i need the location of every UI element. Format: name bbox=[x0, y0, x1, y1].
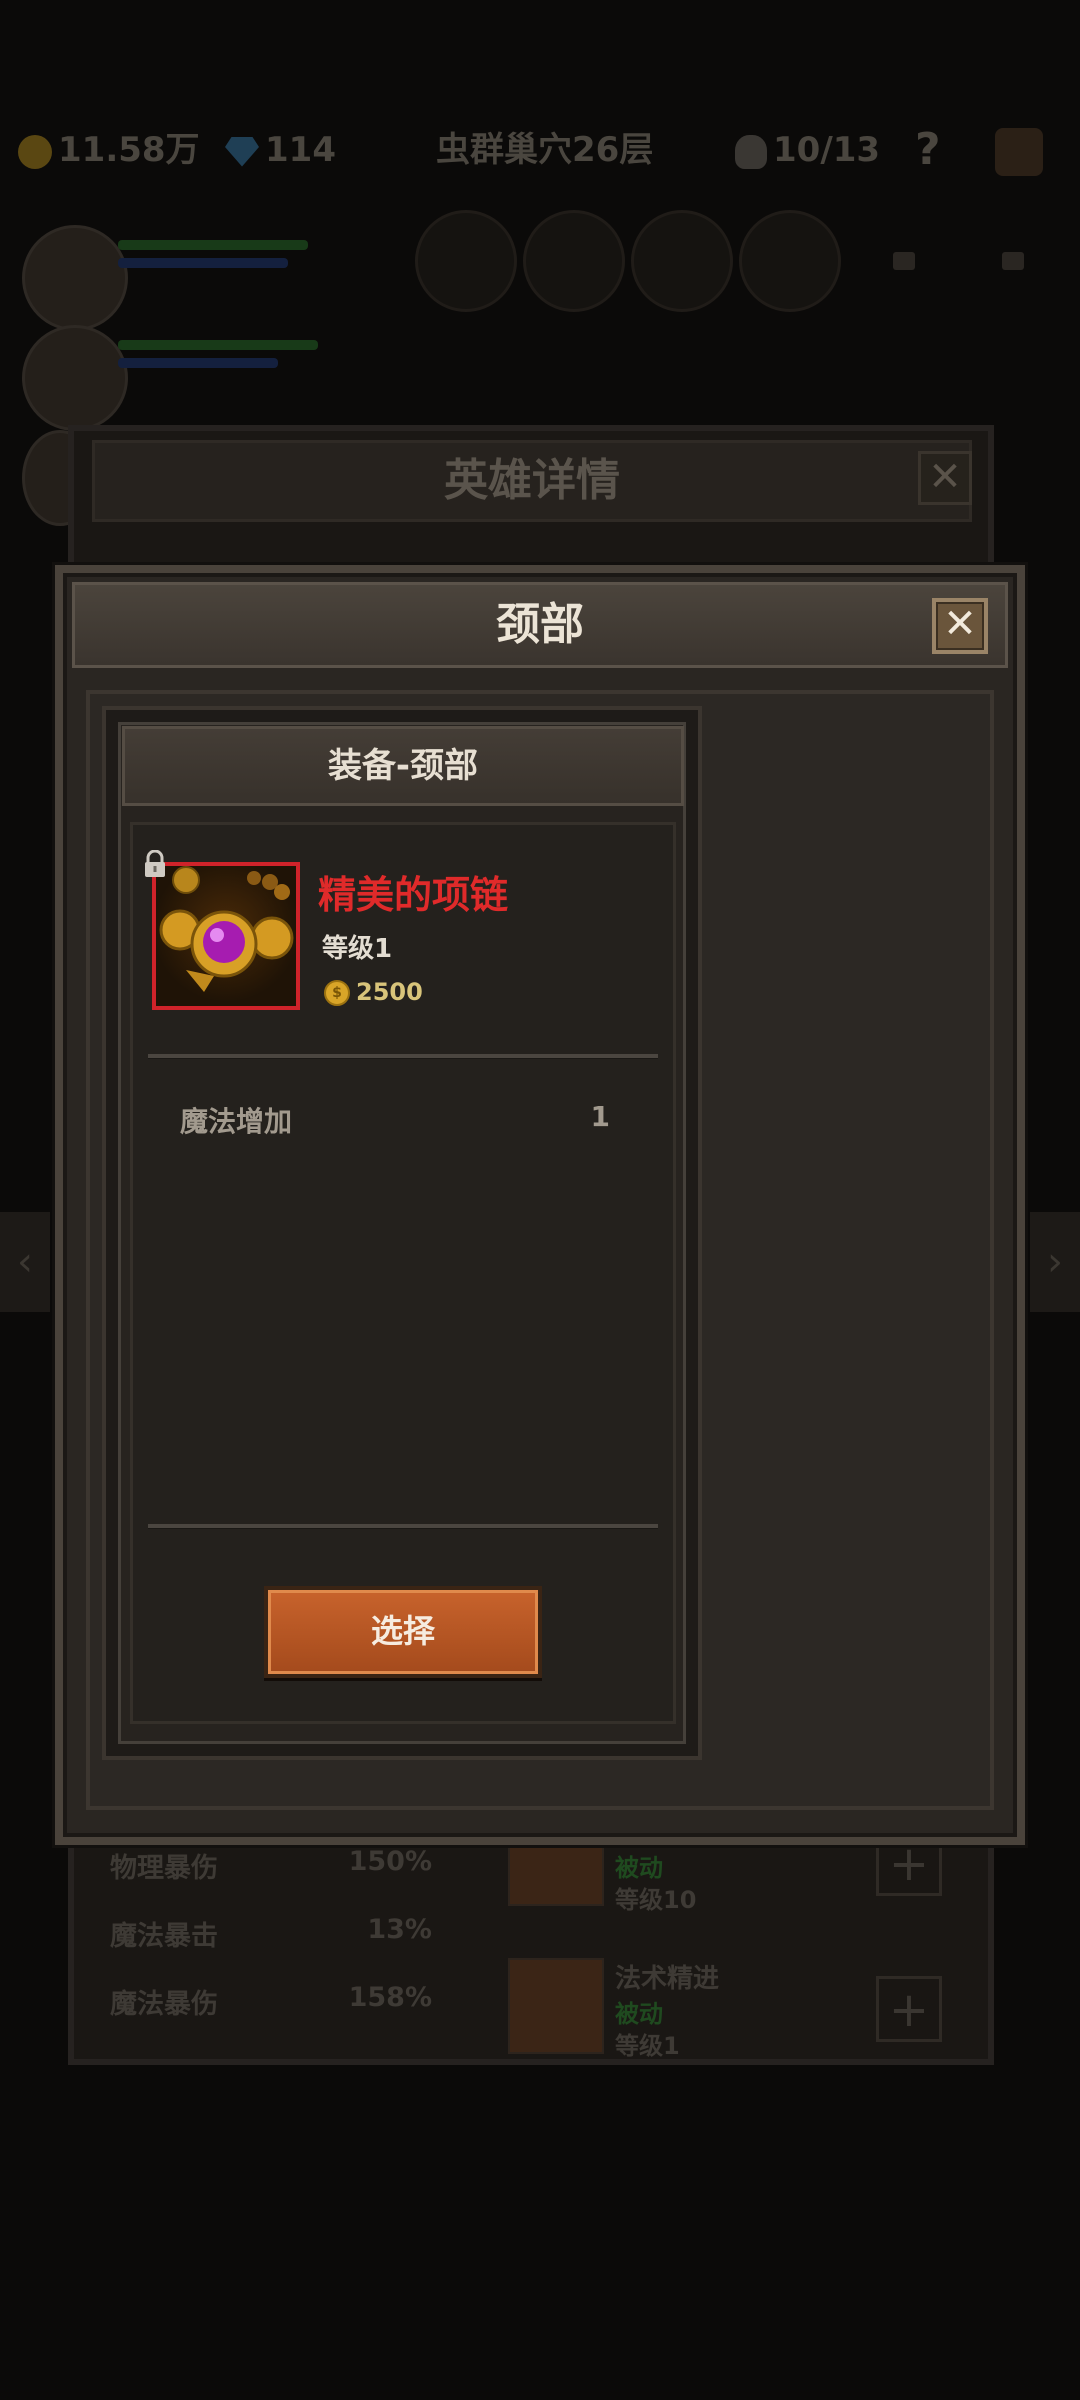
menu-icon bbox=[995, 127, 1043, 176]
gold-coin-icon: $ bbox=[324, 980, 350, 1006]
modal-close-button[interactable]: ✕ bbox=[932, 598, 988, 654]
skull-counter: 10/13 bbox=[735, 120, 880, 180]
menu-button[interactable] bbox=[995, 120, 1055, 180]
next-hero-arrow[interactable]: › bbox=[1030, 1212, 1080, 1312]
team-slot-2[interactable] bbox=[523, 210, 625, 312]
item-name: 精美的项链 bbox=[318, 873, 509, 917]
skill-level: 等级10 bbox=[615, 1886, 697, 1914]
prev-hero-arrow[interactable]: ‹ bbox=[0, 1212, 50, 1312]
lock-icon bbox=[893, 252, 915, 270]
stat-value: 13% bbox=[367, 1914, 432, 1945]
top-resource-bar: 11.58万 114 虫群巢穴26层 10/13 ? bbox=[0, 120, 1080, 180]
skill-upgrade-button[interactable]: + bbox=[876, 1976, 942, 2042]
gold-counter: 11.58万 bbox=[18, 120, 200, 180]
hero-avatar-2[interactable] bbox=[22, 325, 128, 431]
dungeon-location[interactable]: 虫群巢穴26层 bbox=[436, 120, 653, 180]
skill-icon[interactable] bbox=[508, 1958, 604, 2054]
skill-type: 被动 bbox=[615, 2000, 663, 2028]
team-slot-1[interactable] bbox=[415, 210, 517, 312]
item-price: 2500 bbox=[356, 978, 423, 1006]
hero-avatar-1[interactable] bbox=[22, 225, 128, 331]
gem-counter: 114 bbox=[225, 120, 336, 180]
item-stat-label: 魔法增加 bbox=[180, 1105, 293, 1138]
hero-hp-bar-1 bbox=[118, 240, 308, 250]
divider bbox=[148, 1524, 658, 1529]
stat-value: 150% bbox=[348, 1846, 432, 1877]
stat-label: 物理暴伤 bbox=[110, 1853, 218, 1884]
lock-icon[interactable] bbox=[142, 849, 168, 878]
skill-type: 被动 bbox=[615, 1854, 663, 1882]
hero-hp-bar-2 bbox=[118, 340, 318, 350]
hero-details-close-button[interactable]: ✕ bbox=[918, 451, 972, 505]
item-stat-value: 1 bbox=[590, 1100, 610, 1133]
select-button[interactable]: 选择 bbox=[264, 1586, 542, 1678]
equipment-card-title: 装备-颈部 bbox=[327, 746, 479, 786]
skull-icon bbox=[735, 134, 767, 169]
gold-coin-icon bbox=[18, 134, 52, 169]
stat-value: 158% bbox=[348, 1982, 432, 2013]
item-icon-frame[interactable] bbox=[152, 862, 300, 1010]
stat-label: 魔法暴伤 bbox=[110, 1989, 218, 2020]
gem-icon bbox=[225, 136, 259, 167]
skill-level: 等级1 bbox=[615, 2032, 680, 2060]
stat-label: 魔法暴击 bbox=[110, 1921, 218, 1952]
lock-icon bbox=[1002, 252, 1024, 270]
modal-title: 颈部 bbox=[496, 599, 584, 650]
hero-details-title: 英雄详情 bbox=[444, 455, 620, 506]
necklace-icon bbox=[159, 866, 294, 992]
team-slot-3[interactable] bbox=[631, 210, 733, 312]
skill-name: 法术精进 bbox=[615, 1964, 720, 1994]
item-level: 等级1 bbox=[322, 934, 393, 964]
hero-mp-bar-2 bbox=[118, 358, 278, 368]
hero-mp-bar-1 bbox=[118, 258, 288, 268]
help-button[interactable]: ? bbox=[915, 120, 941, 180]
team-slot-4[interactable] bbox=[739, 210, 841, 312]
divider bbox=[148, 1054, 658, 1059]
